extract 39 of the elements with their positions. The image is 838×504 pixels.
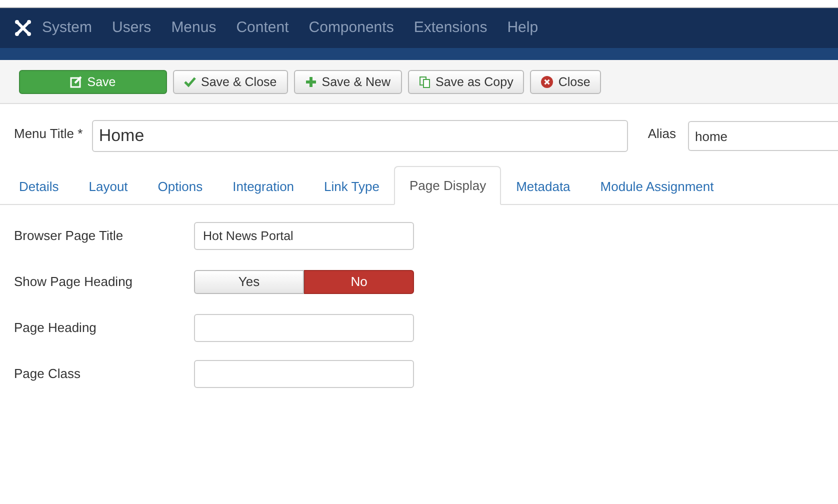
field-label: Show Page Heading xyxy=(14,272,134,291)
toolbar-button[interactable]: Save xyxy=(19,70,167,94)
menu-item[interactable]: System xyxy=(32,16,102,40)
tab[interactable]: Details xyxy=(4,166,74,204)
logo-icon[interactable] xyxy=(14,19,32,37)
field-label: Browser Page Title xyxy=(14,226,124,245)
menu-item[interactable]: Content xyxy=(226,16,299,40)
copy-icon xyxy=(418,76,431,88)
toggle-option[interactable]: Yes xyxy=(194,270,304,294)
text-field[interactable]: Hot News Portal xyxy=(194,222,414,250)
toggle-option[interactable]: No xyxy=(304,270,414,294)
toolbar-button[interactable]: Save & New xyxy=(294,70,402,94)
field-label: Menu Title * xyxy=(14,125,84,143)
check-icon xyxy=(184,76,196,88)
toolbar-button[interactable]: Save & Close xyxy=(173,70,288,94)
menu-item[interactable]: Users xyxy=(102,16,162,40)
title-field[interactable]: Home xyxy=(92,120,628,152)
alias-field[interactable]: home xyxy=(688,121,838,151)
text-field[interactable] xyxy=(194,360,414,388)
tab[interactable]: Options xyxy=(142,166,218,204)
tab[interactable]: Layout xyxy=(74,166,143,204)
field-label: Page Heading xyxy=(14,318,98,337)
menu-item[interactable]: Components xyxy=(298,16,404,40)
field-label: Page Class xyxy=(14,364,82,383)
toolbar-button[interactable]: Save as Copy xyxy=(408,70,524,94)
menu-item[interactable]: Extensions xyxy=(404,16,498,40)
field-label: Alias xyxy=(648,125,676,143)
text-field[interactable] xyxy=(194,314,414,342)
edit-icon xyxy=(70,76,82,88)
close-icon xyxy=(541,76,554,88)
toolbar-button[interactable]: Close xyxy=(530,70,602,94)
tab[interactable]: Link Type xyxy=(309,166,394,204)
plus-icon xyxy=(304,76,317,88)
tab[interactable]: Metadata xyxy=(501,166,586,204)
tab[interactable]: Module Assignment xyxy=(585,166,729,204)
tab[interactable]: Page Display xyxy=(394,166,502,204)
tab[interactable]: Integration xyxy=(218,166,310,204)
menu-item[interactable]: Menus xyxy=(161,16,226,40)
menu-item[interactable]: Help xyxy=(497,16,548,40)
